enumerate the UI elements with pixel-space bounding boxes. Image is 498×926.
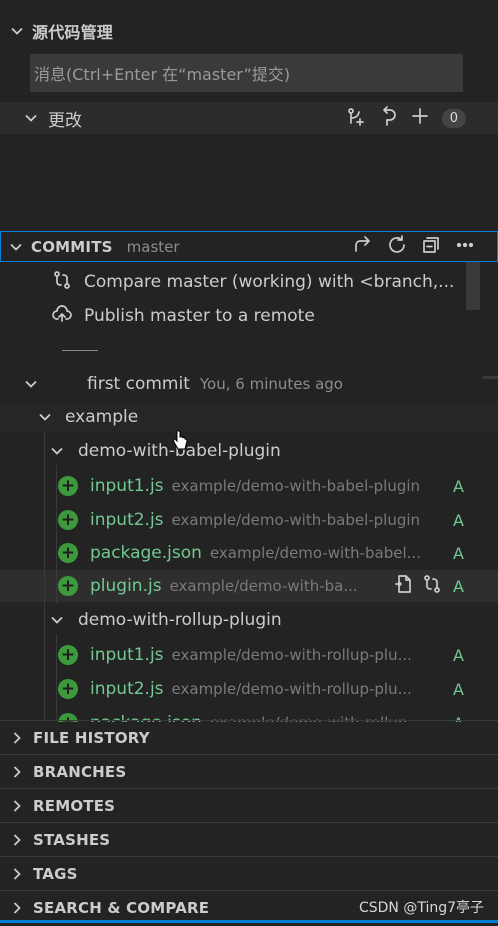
file-row[interactable]: + input2.js example/demo-with-rollup-plu…	[0, 674, 498, 704]
folder-label: demo-with-rollup-plugin	[78, 610, 282, 630]
section-branches[interactable]: BRANCHES	[0, 754, 498, 788]
indent-guide	[44, 432, 45, 720]
compare-icon	[52, 270, 72, 294]
section-file-history[interactable]: FILE HISTORY	[0, 720, 498, 754]
indent-guide	[56, 634, 57, 720]
file-name: package.json	[90, 543, 202, 563]
file-name: input2.js	[90, 510, 164, 530]
scm-title: 源代码管理	[32, 23, 114, 42]
chevron-right-icon	[8, 831, 26, 849]
added-file-icon: +	[58, 510, 78, 530]
changes-count-badge: 0	[441, 108, 466, 128]
file-row[interactable]: + package.json example/demo-with-babel..…	[0, 538, 498, 568]
more-actions-icon[interactable]	[455, 235, 475, 259]
file-path: example/demo-with-babel-plugin	[171, 511, 421, 529]
cloud-upload-icon	[52, 304, 72, 328]
chevron-right-icon	[8, 899, 26, 917]
publish-label: Publish master to a remote	[84, 306, 315, 326]
added-file-icon: +	[58, 679, 78, 699]
indent-guide	[56, 465, 57, 603]
commits-title: COMMITS	[31, 237, 113, 256]
compare-changes-icon[interactable]	[422, 574, 442, 598]
chevron-right-icon	[8, 729, 26, 747]
branch-add-icon[interactable]	[346, 106, 366, 130]
file-row[interactable]: + input1.js example/demo-with-rollup-plu…	[0, 640, 498, 670]
added-file-icon: +	[58, 645, 78, 665]
chevron-right-icon	[8, 763, 26, 781]
changes-header[interactable]: 更改 0	[0, 102, 498, 134]
publish-item[interactable]: Publish master to a remote	[0, 302, 498, 330]
chevron-right-icon	[8, 797, 26, 815]
switch-branch-icon[interactable]	[353, 235, 373, 259]
file-status: A	[453, 679, 464, 699]
commit-meta: You, 6 minutes ago	[199, 375, 343, 393]
folder-rollup[interactable]: demo-with-rollup-plugin	[0, 606, 498, 634]
chevron-down-icon	[7, 238, 25, 256]
discard-changes-icon[interactable]	[378, 106, 398, 130]
section-title: SEARCH & COMPARE	[33, 898, 210, 917]
file-path: example/demo-with-babel...	[209, 544, 421, 562]
file-name: plugin.js	[90, 576, 162, 596]
file-path: example/demo-with-babel-plugin	[171, 477, 421, 495]
commits-header[interactable]: COMMITS master	[0, 231, 498, 262]
commit-message-input[interactable]: 消息(Ctrl+Enter 在“master”提交)	[30, 54, 463, 92]
file-path: example/demo-with-rollup-plu...	[171, 646, 412, 664]
file-status: A	[453, 510, 464, 530]
commit-item[interactable]: first commit You, 6 minutes ago	[0, 370, 498, 398]
file-row[interactable]: + input2.js example/demo-with-babel-plug…	[0, 505, 498, 535]
chevron-down-icon	[48, 611, 66, 629]
compare-label: Compare master (working) with <branch,..…	[84, 272, 455, 292]
file-status: A	[453, 576, 464, 596]
section-title: TAGS	[33, 864, 78, 883]
file-path: example/demo-with-rollup-plu...	[171, 680, 412, 698]
commits-branch: master	[126, 237, 180, 256]
file-name: input2.js	[90, 679, 164, 699]
section-stashes[interactable]: STASHES	[0, 822, 498, 856]
file-row[interactable]: + input1.js example/demo-with-babel-plug…	[0, 471, 498, 501]
file-name: input1.js	[90, 645, 164, 665]
chevron-down-icon	[36, 408, 54, 426]
open-file-icon[interactable]	[394, 574, 414, 598]
section-tags[interactable]: TAGS	[0, 856, 498, 890]
section-title: BRANCHES	[33, 762, 127, 781]
compare-item[interactable]: Compare master (working) with <branch,..…	[0, 268, 498, 296]
status-bar-accent	[0, 920, 498, 923]
chevron-down-icon	[22, 109, 40, 127]
watermark: CSDN @Ting7亭子	[358, 900, 484, 916]
file-name: input1.js	[90, 476, 164, 496]
commit-message: first commit	[87, 374, 190, 394]
scm-header[interactable]: 源代码管理	[0, 18, 498, 44]
commit-message-placeholder: 消息(Ctrl+Enter 在“master”提交)	[34, 65, 291, 84]
file-row-hovered[interactable]: + plugin.js example/demo-with-ba... A	[0, 570, 498, 602]
mouse-cursor-icon	[172, 430, 188, 456]
section-title: REMOTES	[33, 796, 116, 815]
chevron-down-icon	[48, 442, 66, 460]
added-file-icon: +	[58, 543, 78, 563]
chevron-down-icon	[22, 375, 40, 393]
chevron-down-icon	[8, 22, 26, 40]
collapsed-sections: FILE HISTORY BRANCHES REMOTES STASHES TA…	[0, 720, 498, 924]
stage-all-icon[interactable]	[410, 106, 430, 130]
folder-example[interactable]: example	[0, 402, 498, 432]
file-status: A	[453, 476, 464, 496]
file-status: A	[453, 645, 464, 665]
section-remotes[interactable]: REMOTES	[0, 788, 498, 822]
file-path: example/demo-with-ba...	[169, 577, 358, 595]
section-title: STASHES	[33, 830, 111, 849]
file-status: A	[453, 543, 464, 563]
chevron-right-icon	[8, 865, 26, 883]
folder-label: example	[65, 407, 139, 427]
added-file-icon: +	[58, 476, 78, 496]
collapse-all-icon[interactable]	[421, 235, 441, 259]
added-file-icon: +	[58, 576, 78, 596]
refresh-icon[interactable]	[387, 234, 407, 259]
changes-label: 更改	[48, 110, 82, 131]
section-title: FILE HISTORY	[33, 728, 150, 747]
separator	[62, 350, 98, 351]
folder-babel[interactable]: demo-with-babel-plugin	[0, 437, 498, 465]
